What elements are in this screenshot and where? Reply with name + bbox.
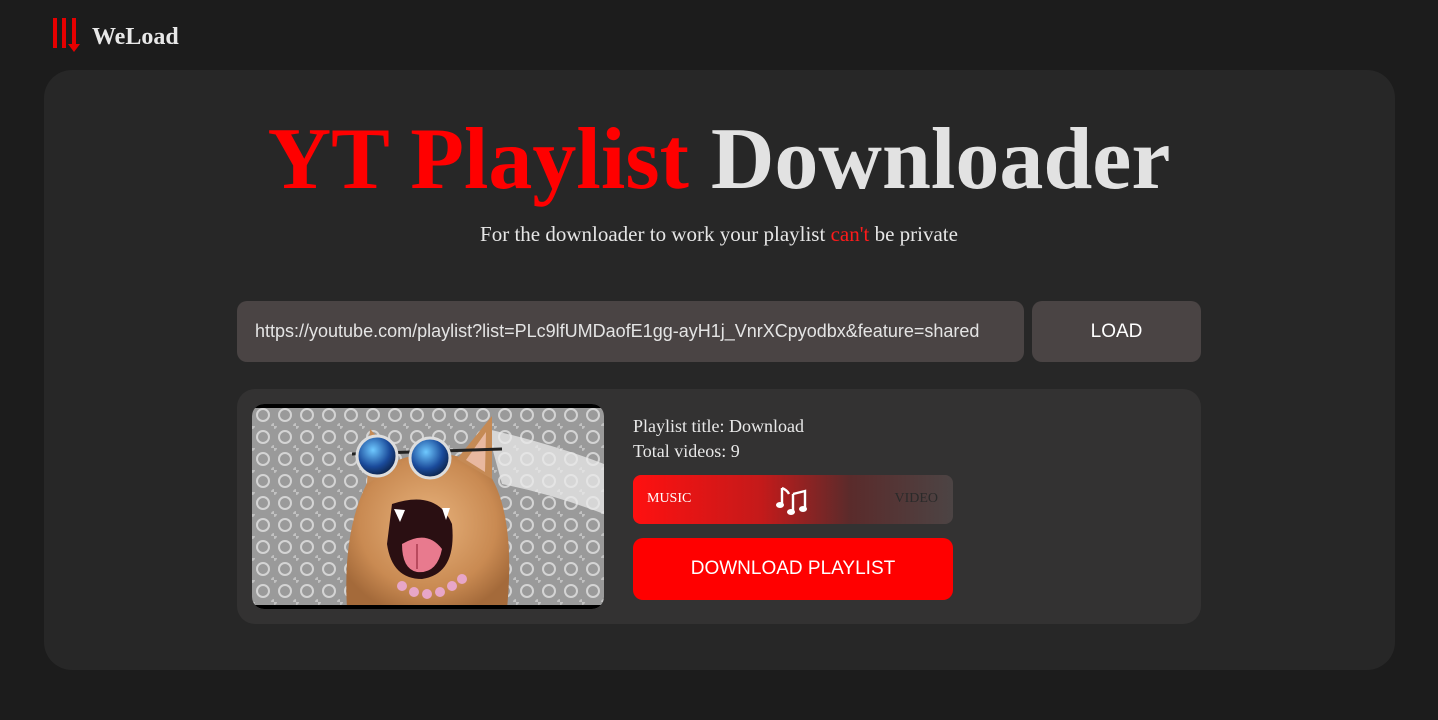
top-bar: WeLoad <box>52 16 179 54</box>
cat-with-sunglasses-thumbnail <box>252 404 604 609</box>
music-notes-icon <box>776 486 807 515</box>
playlist-video-count: Total videos: 9 <box>633 441 740 461</box>
privacy-notice-warning: can't <box>830 222 870 246</box>
privacy-notice: For the downloader to work your playlist… <box>0 222 1438 247</box>
privacy-notice-end: be private <box>869 222 958 246</box>
playlist-result-card: Playlist title: Download Total videos: 9… <box>237 389 1201 624</box>
brand-name[interactable]: WeLoad <box>92 24 179 51</box>
download-playlist-button[interactable]: DOWNLOAD PLAYLIST <box>633 538 953 600</box>
toggle-video-option[interactable]: VIDEO <box>894 491 938 507</box>
playlist-url-input[interactable] <box>237 301 1024 362</box>
privacy-notice-start: For the downloader to work your playlist <box>480 222 831 246</box>
page-title-accent: YT Playlist <box>267 111 689 208</box>
page-title-rest: Downloader <box>710 111 1171 208</box>
page-title: YT Playlist Downloader <box>0 110 1438 210</box>
format-toggle[interactable]: MUSIC VIDEO <box>633 475 953 524</box>
load-button[interactable]: LOAD <box>1032 301 1201 362</box>
playlist-title: Playlist title: Download <box>633 416 804 436</box>
weload-logo-icon[interactable] <box>52 16 82 54</box>
toggle-music-option[interactable]: MUSIC <box>647 491 691 507</box>
